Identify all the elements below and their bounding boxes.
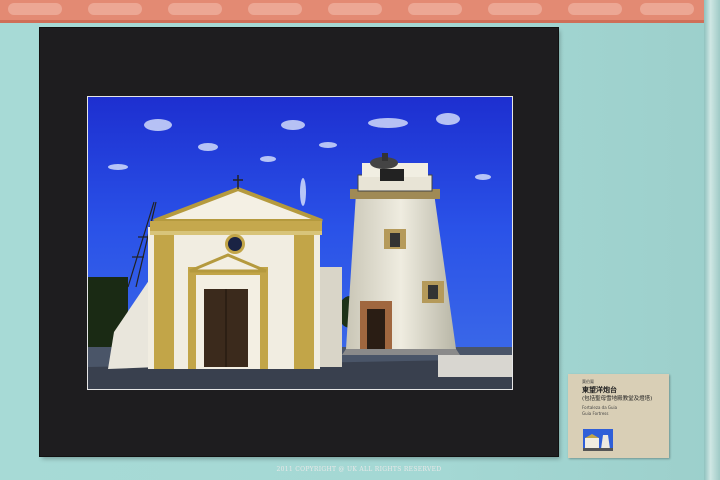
frieze-motif <box>568 3 622 15</box>
card-subtitle-pt: Fortaleza da Guia <box>582 405 618 410</box>
photo-thumbnail <box>583 429 613 451</box>
caption-card: 葉伯鳳 東望洋炮台 (包括聖母雪地殿教堂及燈塔) Fortaleza da Gu… <box>568 374 669 458</box>
card-subtitle-en: Guia Fortress <box>582 411 609 416</box>
card-title: 東望洋炮台 <box>582 386 617 394</box>
wall-trim <box>704 0 720 480</box>
frieze-motif <box>88 3 142 15</box>
chapel-and-lighthouse-photo <box>87 96 513 390</box>
frieze-motif <box>488 3 542 15</box>
frieze-motif <box>8 3 62 15</box>
frieze-motif <box>248 3 302 15</box>
frieze-motif <box>168 3 222 15</box>
frieze-motif <box>328 3 382 15</box>
card-title-sub: (包括聖母雪地殿教堂及燈塔) <box>582 396 653 402</box>
frieze-motif <box>408 3 462 15</box>
frieze-motif <box>640 3 694 15</box>
card-credit: 葉伯鳳 <box>582 379 594 384</box>
decorative-frieze <box>0 0 704 23</box>
photo-illustration <box>88 97 512 389</box>
ground-wall <box>438 355 512 377</box>
copyright-watermark: 2011 COPYRIGHT @ UK ALL RIGHTS RESERVED <box>276 466 442 473</box>
